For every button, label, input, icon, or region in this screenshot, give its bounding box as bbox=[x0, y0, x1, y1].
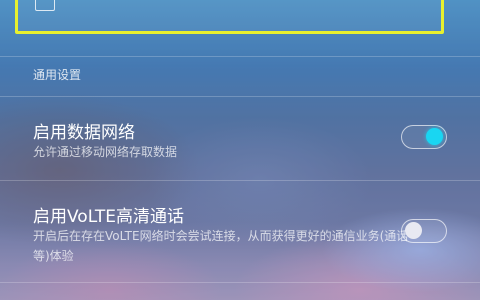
highlighted-setting-card[interactable]: ··· bbox=[15, 0, 444, 34]
toggle-knob bbox=[426, 128, 443, 145]
toggle-knob bbox=[405, 222, 422, 239]
section-header: 通用设置 bbox=[33, 68, 82, 82]
divider bbox=[0, 282, 480, 283]
setting-description: 开启后在存在VoLTE网络时会尝试连接，从而获得更好的通信业务(通话等)体验 bbox=[33, 229, 409, 263]
data-network-toggle[interactable] bbox=[401, 125, 447, 149]
divider bbox=[0, 96, 480, 97]
divider bbox=[0, 180, 480, 181]
checkbox[interactable] bbox=[35, 0, 55, 11]
highlighted-setting-label: ··· bbox=[102, 0, 118, 5]
setting-title: 启用VoLTE高清通话 bbox=[33, 207, 184, 227]
volte-toggle[interactable] bbox=[401, 219, 447, 243]
divider bbox=[0, 56, 480, 57]
setting-title: 启用数据网络 bbox=[33, 123, 135, 143]
setting-description: 允许通过移动网络存取数据 bbox=[33, 145, 178, 159]
